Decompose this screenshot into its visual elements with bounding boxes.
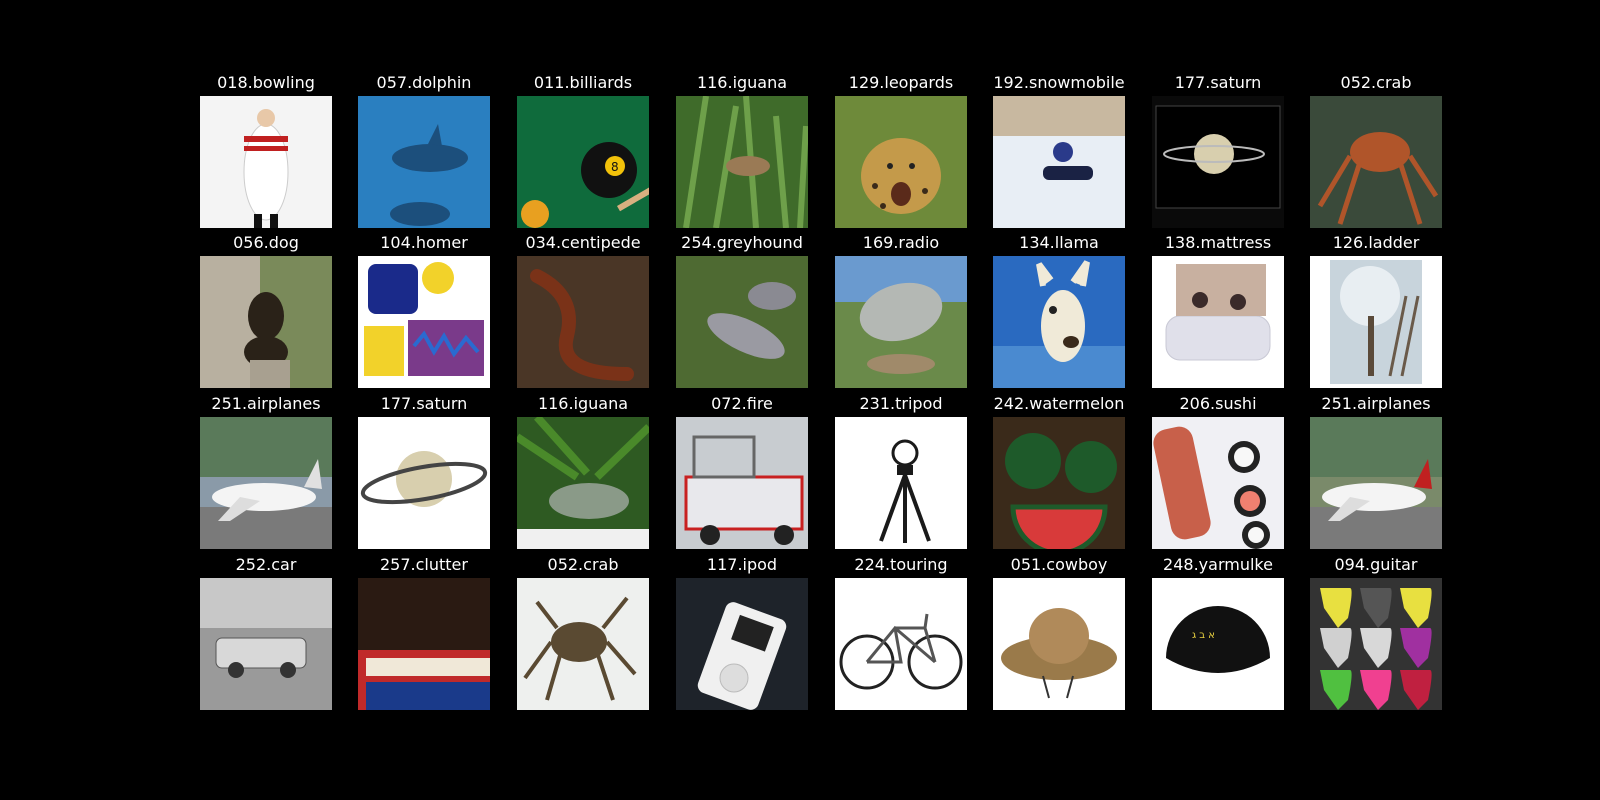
satellite-dish-image bbox=[835, 256, 967, 388]
red-crab-image bbox=[1310, 96, 1442, 228]
crab-on-white-image bbox=[517, 578, 649, 710]
cell-title: 251.airplanes bbox=[211, 394, 321, 413]
cell-title: 116.iguana bbox=[537, 394, 629, 413]
cell-title: 254.greyhound bbox=[681, 233, 803, 252]
cell-title: 126.ladder bbox=[1332, 233, 1420, 252]
cell-title: 224.touring bbox=[854, 555, 948, 574]
fire-truck-image bbox=[676, 417, 808, 549]
bowling-pin-costume-image bbox=[200, 96, 332, 228]
airplane-right-image bbox=[1310, 417, 1442, 549]
cell-title: 034.centipede bbox=[525, 233, 641, 252]
cell-title: 056.dog bbox=[233, 233, 299, 252]
saturn-image bbox=[1152, 96, 1284, 228]
llama-image bbox=[993, 256, 1125, 388]
cell-title: 242.watermelon bbox=[993, 394, 1125, 413]
cell-title: 192.snowmobile bbox=[993, 73, 1125, 92]
cell-title: 052.crab bbox=[547, 555, 619, 574]
iguana-palm-image bbox=[517, 417, 649, 549]
svg-text:א ב ג: א ב ג bbox=[1192, 630, 1215, 641]
car-image bbox=[200, 578, 332, 710]
iguana-in-grass-image bbox=[676, 96, 808, 228]
cheetah-image bbox=[835, 96, 967, 228]
yarmulke-image: א ב ג bbox=[1152, 578, 1284, 710]
dog-image bbox=[200, 256, 332, 388]
cell-title: 257.clutter bbox=[380, 555, 468, 574]
cell-title: 251.airplanes bbox=[1321, 394, 1431, 413]
cartoon-image bbox=[358, 256, 490, 388]
cell-title: 206.sushi bbox=[1179, 394, 1257, 413]
cell-title: 018.bowling bbox=[217, 73, 315, 92]
cell-title: 104.homer bbox=[380, 233, 468, 252]
cell-title: 116.iguana bbox=[696, 73, 788, 92]
airplane-left-image bbox=[200, 417, 332, 549]
cell-title: 134.llama bbox=[1019, 233, 1099, 252]
watermelon-image bbox=[993, 417, 1125, 549]
billiard-ball-image: 8 bbox=[517, 96, 649, 228]
cell-title: 094.guitar bbox=[1334, 555, 1418, 574]
cell-title: 057.dolphin bbox=[376, 73, 472, 92]
bicycle-image bbox=[835, 578, 967, 710]
cell-title: 138.mattress bbox=[1164, 233, 1272, 252]
cell-title: 177.saturn bbox=[1174, 73, 1262, 92]
saturn-large-image bbox=[358, 417, 490, 549]
cell-title: 129.leopards bbox=[848, 73, 954, 92]
guitar-picks-image bbox=[1310, 578, 1442, 710]
sushi-image bbox=[1152, 417, 1284, 549]
cell-title: 052.crab bbox=[1340, 73, 1412, 92]
cell-title: 072.fire bbox=[711, 394, 773, 413]
cell-title: 169.radio bbox=[862, 233, 940, 252]
cowboy-hat-image bbox=[993, 578, 1125, 710]
tree-ladder-image bbox=[1310, 256, 1442, 388]
air-mattress-image bbox=[1152, 256, 1284, 388]
cell-title: 248.yarmulke bbox=[1163, 555, 1273, 574]
centipede-image bbox=[517, 256, 649, 388]
cell-title: 117.ipod bbox=[706, 555, 778, 574]
snowmobile-image bbox=[993, 96, 1125, 228]
cell-title: 011.billiards bbox=[533, 73, 633, 92]
cell-title: 231.tripod bbox=[859, 394, 943, 413]
greyhound-image bbox=[676, 256, 808, 388]
clutter-image bbox=[358, 578, 490, 710]
tripod-image bbox=[835, 417, 967, 549]
dolphins-image bbox=[358, 96, 490, 228]
ipod-image bbox=[676, 578, 808, 710]
cell-title: 177.saturn bbox=[380, 394, 468, 413]
image-grid: 018.bowling 057.dolphin 011.billiards 8 … bbox=[0, 0, 1600, 800]
svg-text:8: 8 bbox=[611, 160, 619, 174]
cell-title: 051.cowboy bbox=[1010, 555, 1108, 574]
cell-title: 252.car bbox=[235, 555, 297, 574]
